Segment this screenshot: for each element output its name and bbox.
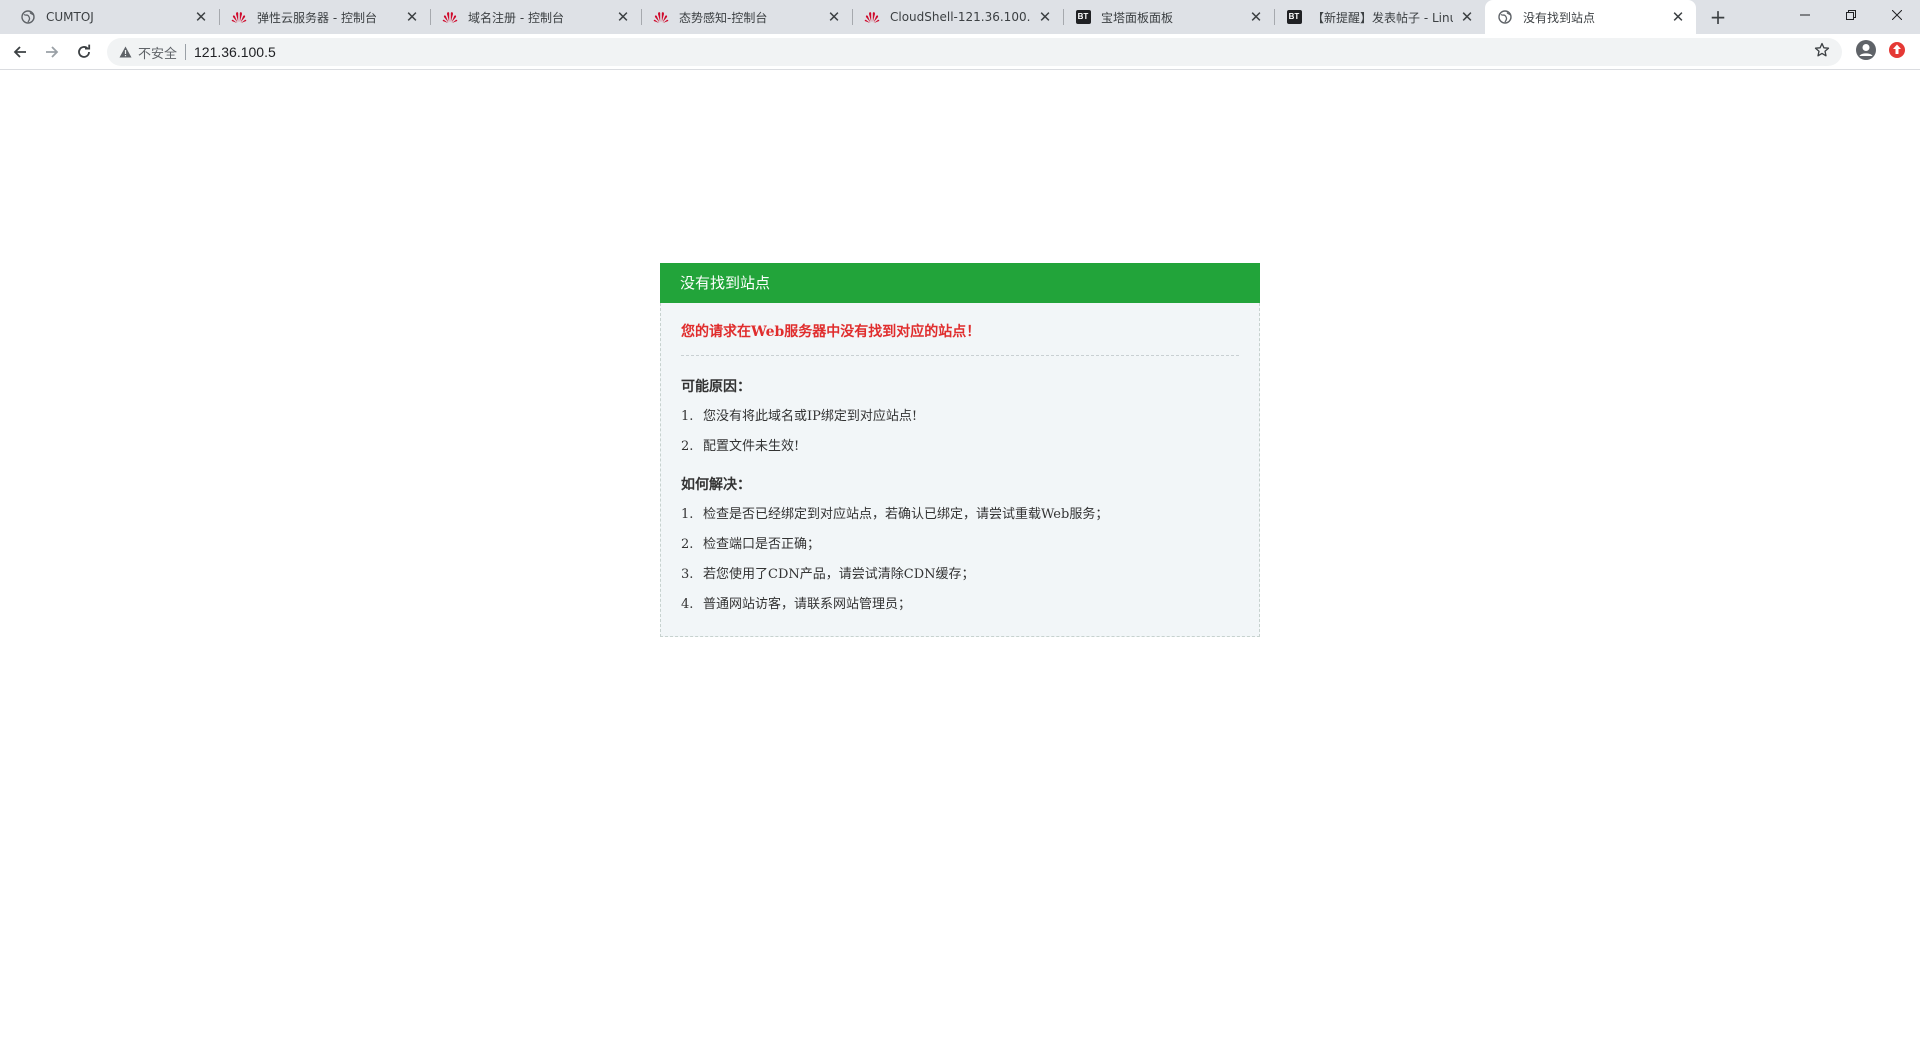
tab-title: CloudShell-121.36.100.5	[890, 10, 1031, 24]
arrow-right-icon	[46, 45, 59, 58]
tab-list: CUMTOJ ✕ 弹性云服务器 - 控制台 ✕ 域名注册 - 控制台 ✕ 态势感…	[0, 0, 1696, 34]
window-close-icon[interactable]	[1874, 0, 1920, 30]
reasons-list: 1. 您没有将此域名或IP绑定到对应站点! 2. 配置文件未生效!	[681, 408, 1239, 456]
reload-button[interactable]	[70, 38, 98, 66]
list-number: 1.	[681, 507, 694, 522]
tab-title: 没有找到站点	[1523, 10, 1596, 25]
list-number: 2.	[681, 537, 694, 552]
close-icon[interactable]: ✕	[1670, 9, 1686, 25]
list-item: 1. 您没有将此域名或IP绑定到对应站点!	[681, 408, 1239, 426]
list-text: 检查是否已经绑定到对应站点，若确认已绑定，请尝试重载Web服务；	[703, 507, 1109, 522]
tab-ecs-console[interactable]: 弹性云服务器 - 控制台 ✕	[219, 0, 430, 34]
address-bar[interactable]: 不安全 121.36.100.5	[107, 38, 1842, 66]
tab-title: 宝塔面板面板	[1101, 10, 1174, 25]
tab-title: 弹性云服务器 - 控制台	[257, 10, 377, 25]
list-item: 2. 检查端口是否正确；	[681, 536, 1239, 554]
bt-badge: BT	[1286, 10, 1302, 24]
list-text: 配置文件未生效!	[703, 439, 800, 454]
error-box: 没有找到站点 您的请求在Web服务器中没有找到对应的站点！ 可能原因： 1. 您…	[660, 263, 1260, 637]
close-icon[interactable]: ✕	[1037, 9, 1053, 25]
list-text: 普通网站访客，请联系网站管理员；	[703, 597, 912, 612]
huawei-logo-icon	[864, 9, 880, 25]
tab-strip: CUMTOJ ✕ 弹性云服务器 - 控制台 ✕ 域名注册 - 控制台 ✕ 态势感…	[0, 0, 1920, 34]
tab-cloudshell[interactable]: CloudShell-121.36.100.5 ✕	[852, 0, 1063, 34]
tab-title: 态势感知-控制台	[679, 10, 768, 25]
security-indicator[interactable]: 不安全	[119, 43, 177, 62]
reload-icon	[78, 44, 91, 58]
list-item: 2. 配置文件未生效!	[681, 438, 1239, 456]
restore-icon[interactable]	[1828, 0, 1874, 30]
tab-cumtoj[interactable]: CUMTOJ ✕	[8, 0, 219, 34]
tab-bt-forum-post[interactable]: BT 【新提醒】发表帖子 - Linux ✕	[1274, 0, 1485, 34]
huawei-logo-icon	[442, 9, 458, 25]
globe-icon	[1497, 9, 1513, 25]
tab-situation-console[interactable]: 态势感知-控制台 ✕	[641, 0, 852, 34]
tab-domain-console[interactable]: 域名注册 - 控制台 ✕	[430, 0, 641, 34]
close-icon[interactable]: ✕	[404, 9, 420, 25]
list-number: 3.	[681, 567, 694, 582]
profile-avatar-icon[interactable]	[1855, 39, 1877, 61]
page-viewport: 没有找到站点 您的请求在Web服务器中没有找到对应的站点！ 可能原因： 1. 您…	[0, 71, 1920, 1040]
tab-title: 域名注册 - 控制台	[468, 10, 564, 25]
list-text: 检查端口是否正确；	[703, 537, 821, 552]
tab-title: CUMTOJ	[46, 10, 94, 24]
close-icon[interactable]: ✕	[826, 9, 842, 25]
security-label: 不安全	[138, 46, 178, 62]
list-text: 您没有将此域名或IP绑定到对应站点!	[703, 409, 918, 424]
close-icon[interactable]: ✕	[1248, 9, 1264, 25]
tab-bt-panel[interactable]: BT 宝塔面板面板 ✕	[1063, 0, 1274, 34]
bt-badge: BT	[1075, 10, 1091, 24]
arrow-left-icon	[13, 45, 26, 58]
tab-title: 【新提醒】发表帖子 - Linux	[1312, 10, 1453, 25]
bookmark-star-icon[interactable]	[1814, 42, 1830, 63]
error-box-body: 您的请求在Web服务器中没有找到对应的站点！ 可能原因： 1. 您没有将此域名或…	[660, 303, 1260, 637]
url-text[interactable]: 121.36.100.5	[194, 44, 276, 60]
list-number: 4.	[681, 597, 694, 612]
back-button[interactable]	[6, 38, 34, 66]
list-item: 1. 检查是否已经绑定到对应站点，若确认已绑定，请尝试重载Web服务；	[681, 506, 1239, 524]
bt-logo-icon: BT	[1075, 9, 1091, 25]
huawei-logo-icon	[231, 9, 247, 25]
minimize-icon[interactable]	[1782, 0, 1828, 30]
error-box-header: 没有找到站点	[660, 263, 1260, 303]
globe-icon	[20, 9, 36, 25]
huawei-logo-icon	[653, 9, 669, 25]
tab-site-not-found[interactable]: 没有找到站点 ✕	[1485, 0, 1696, 34]
divider	[185, 44, 187, 60]
browser-toolbar: 不安全 121.36.100.5	[0, 34, 1920, 70]
forward-button[interactable]	[38, 38, 66, 66]
close-icon[interactable]: ✕	[193, 9, 209, 25]
list-text: 若您使用了CDN产品，请尝试清除CDN缓存；	[703, 567, 975, 582]
error-headline: 您的请求在Web服务器中没有找到对应的站点！	[681, 321, 1239, 356]
bt-logo-icon: BT	[1286, 9, 1302, 25]
list-item: 4. 普通网站访客，请联系网站管理员；	[681, 596, 1239, 614]
solutions-list: 1. 检查是否已经绑定到对应站点，若确认已绑定，请尝试重载Web服务； 2. 检…	[681, 506, 1239, 614]
window-controls	[1782, 0, 1920, 30]
extension-icon[interactable]	[1888, 41, 1906, 59]
warning-icon	[119, 46, 132, 58]
list-number: 2.	[681, 439, 694, 454]
close-icon[interactable]: ✕	[1459, 9, 1475, 25]
list-item: 3. 若您使用了CDN产品，请尝试清除CDN缓存；	[681, 566, 1239, 584]
new-tab-button[interactable]: +	[1704, 3, 1732, 31]
solutions-title: 如何解决：	[681, 477, 751, 493]
list-number: 1.	[681, 409, 694, 424]
reasons-title: 可能原因：	[681, 379, 751, 395]
close-icon[interactable]: ✕	[615, 9, 631, 25]
